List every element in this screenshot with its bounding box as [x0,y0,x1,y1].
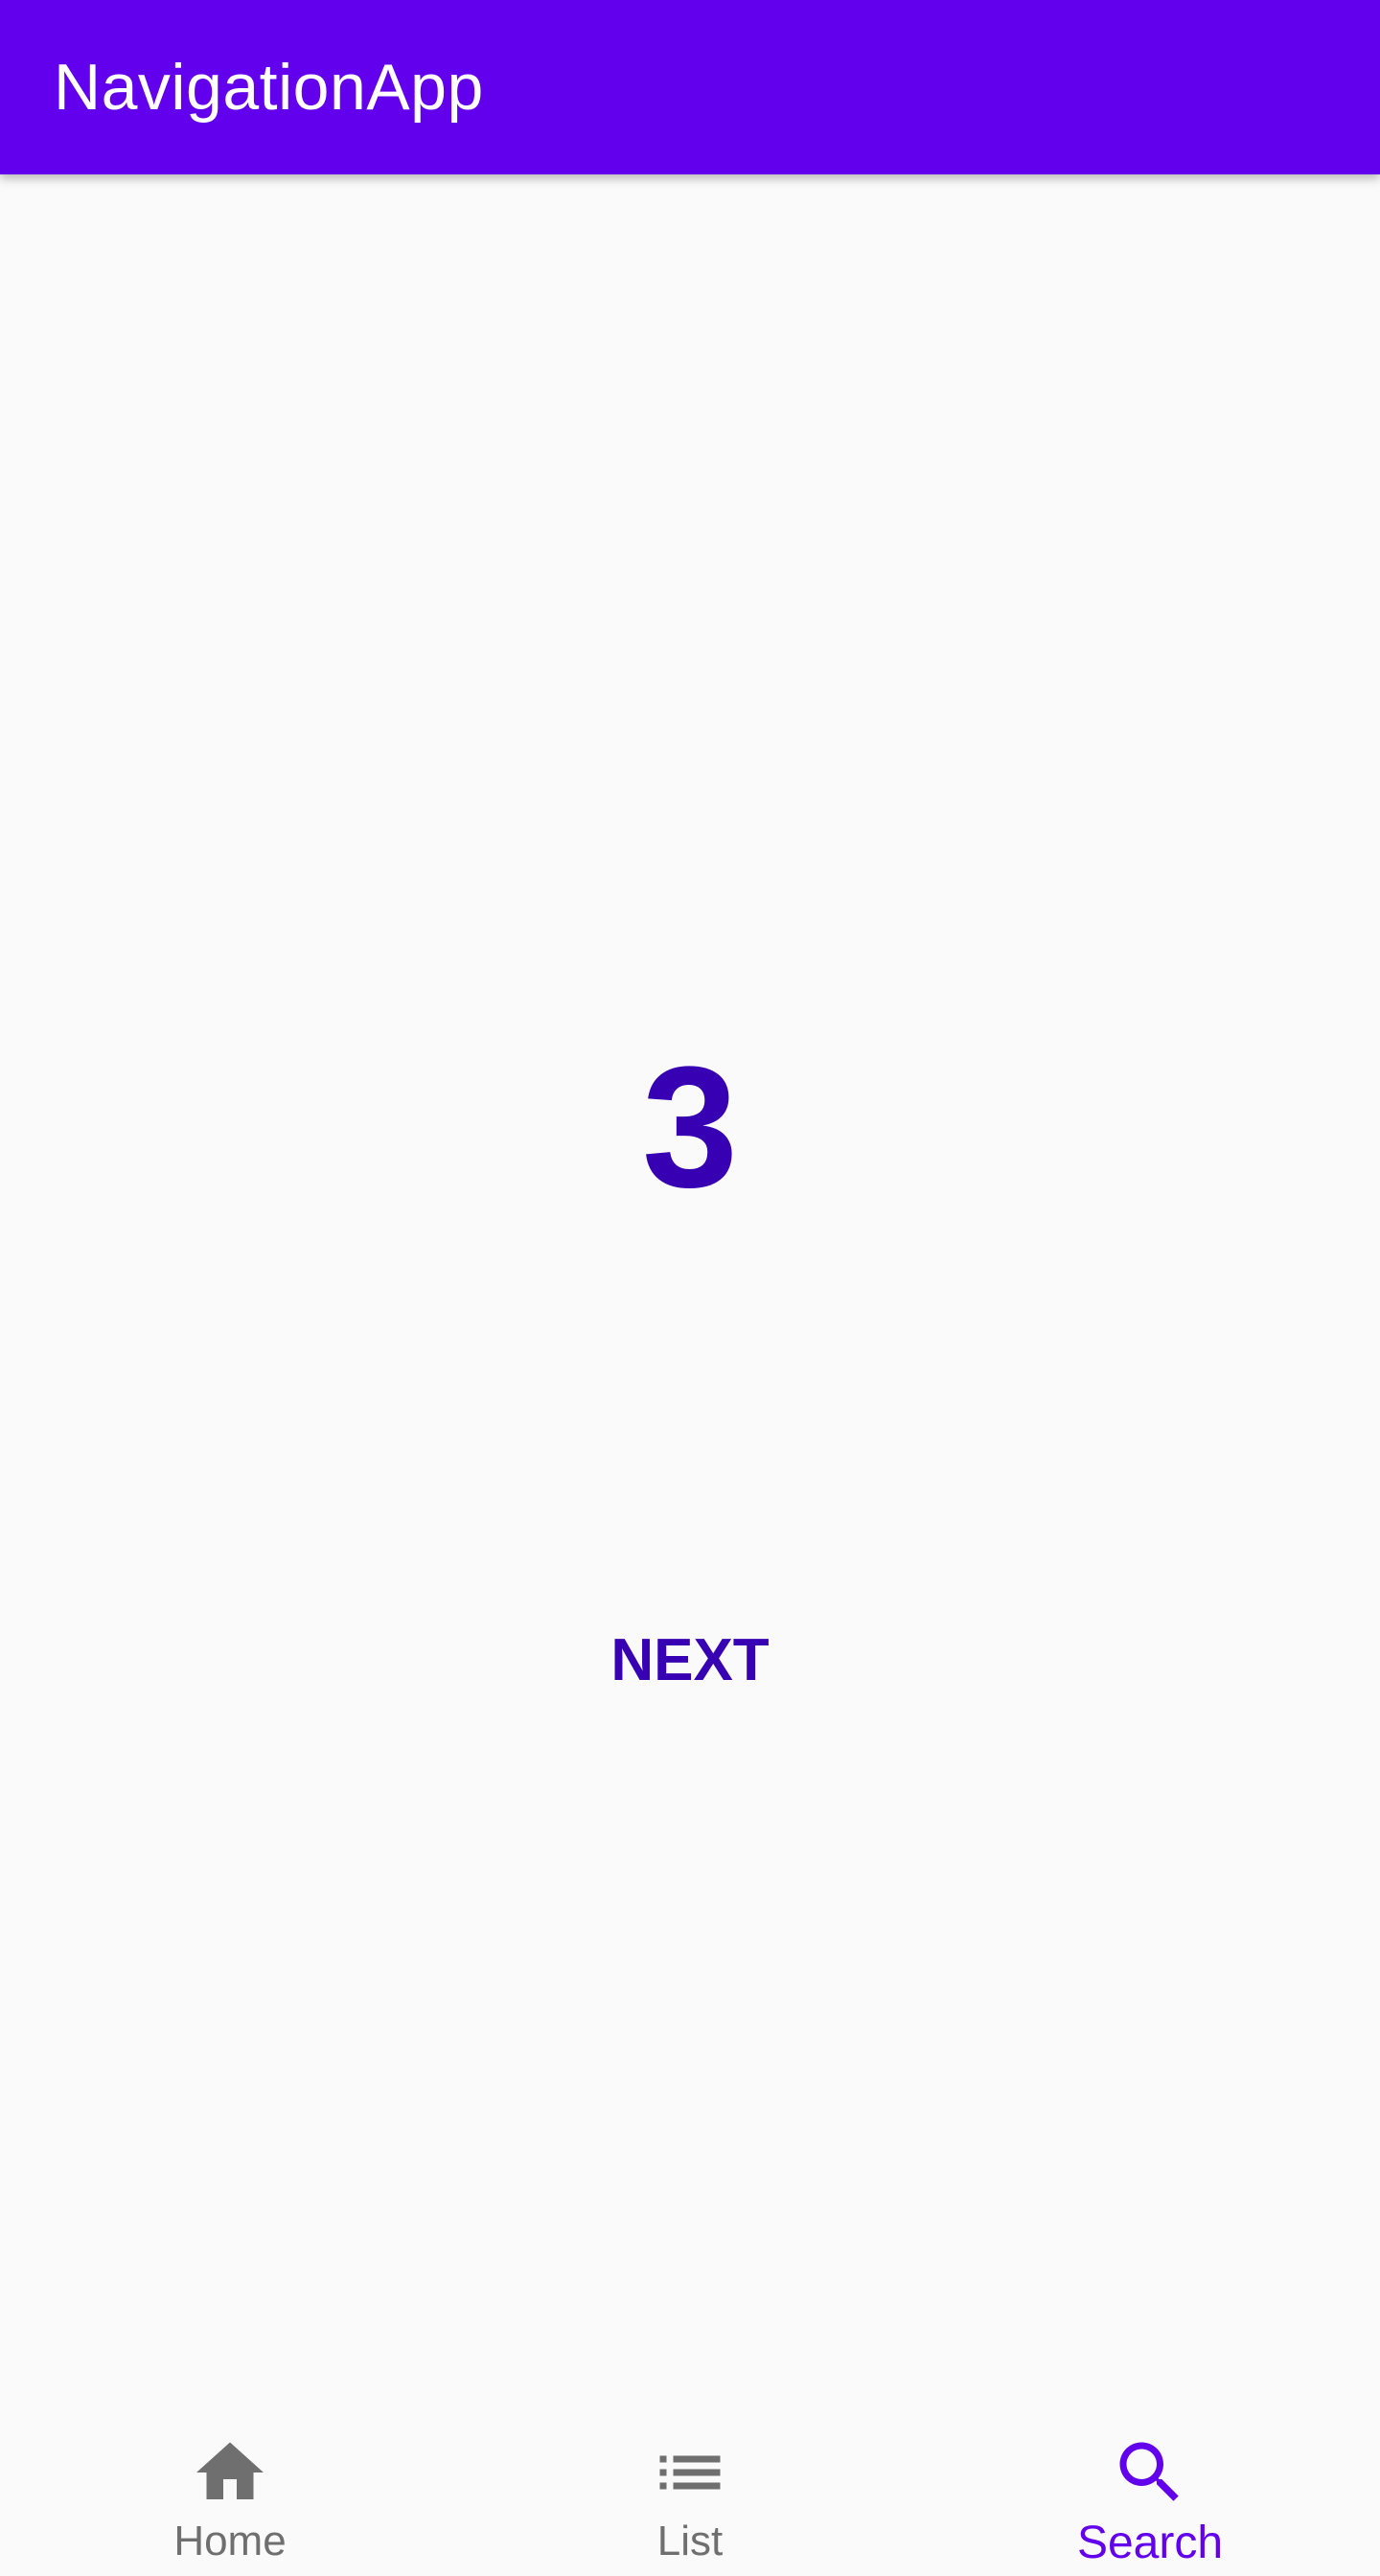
app-title: NavigationApp [54,51,484,124]
counter-value: 3 [641,1031,739,1224]
nav-label-search: Search [1076,2518,1224,2568]
search-icon [1110,2432,1190,2513]
nav-item-list[interactable]: List [460,2415,920,2576]
nav-item-search[interactable]: Search [920,2415,1380,2576]
main-content: 3 NEXT [0,174,1380,2417]
nav-label-home: Home [173,2518,287,2564]
list-icon [650,2432,730,2513]
home-icon [190,2432,270,2513]
bottom-navigation: Home List Search [0,2415,1380,2576]
next-button[interactable]: NEXT [546,1583,834,1736]
nav-item-home[interactable]: Home [0,2415,460,2576]
nav-label-list: List [656,2518,724,2564]
app-bar: NavigationApp [0,0,1380,174]
